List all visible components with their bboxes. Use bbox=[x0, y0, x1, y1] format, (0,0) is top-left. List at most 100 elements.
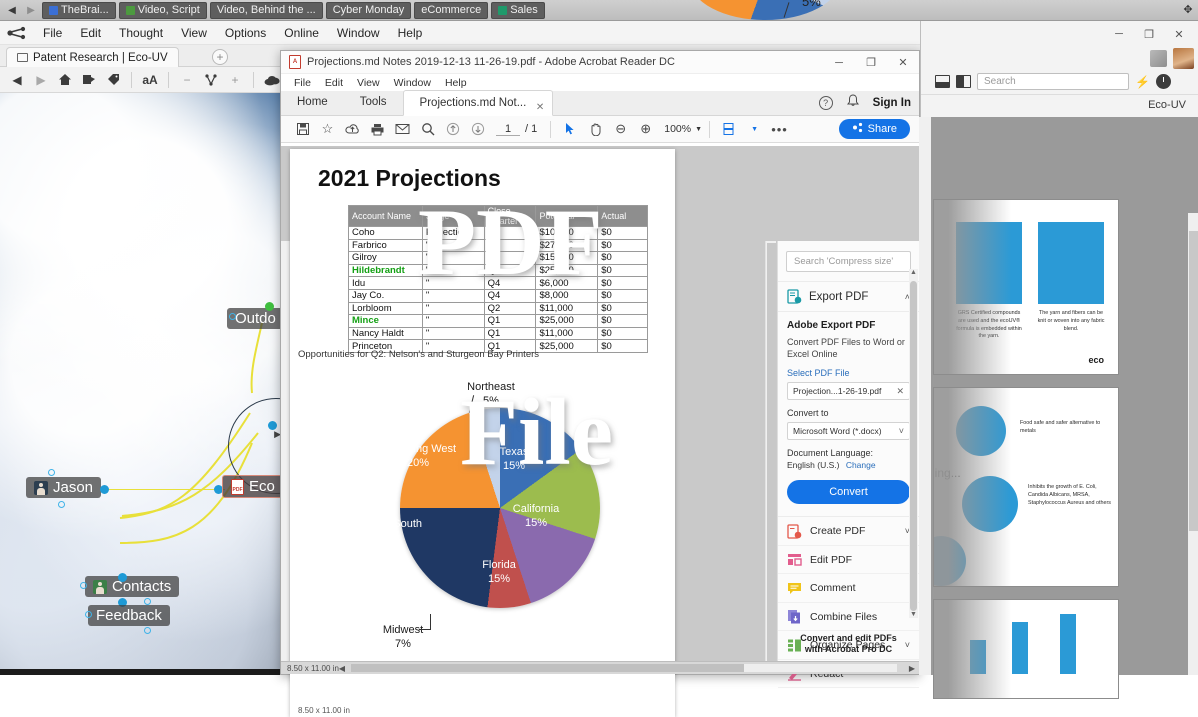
close-button[interactable]: ✕ bbox=[887, 51, 919, 74]
zoom-out-button[interactable]: ⊖ bbox=[608, 117, 633, 142]
browser-tab-ecommerce[interactable]: eCommerce bbox=[414, 1, 489, 19]
avatar[interactable] bbox=[1173, 47, 1194, 69]
font-size-icon[interactable]: aA bbox=[139, 69, 161, 91]
browser-tab-cyber-monday[interactable]: Cyber Monday bbox=[325, 1, 412, 19]
thought-handle[interactable] bbox=[48, 469, 55, 476]
bell-icon[interactable] bbox=[846, 94, 859, 112]
clear-file-icon[interactable]: ✕ bbox=[896, 386, 904, 397]
menu-edit[interactable]: Edit bbox=[318, 77, 350, 89]
share-button[interactable]: Share bbox=[838, 119, 910, 139]
tools-search-input[interactable]: Search 'Compress size' bbox=[786, 251, 911, 272]
tool-create-pdf[interactable]: Create PDF ˅ bbox=[778, 517, 919, 546]
cursor-icon[interactable] bbox=[558, 117, 583, 142]
browser-tab-video-script[interactable]: Video, Script bbox=[118, 1, 207, 19]
eco-scrollbar[interactable] bbox=[1188, 213, 1198, 675]
menu-help[interactable]: Help bbox=[438, 77, 474, 89]
convert-button[interactable]: Convert bbox=[787, 480, 910, 505]
thought-node-jason[interactable]: Jason bbox=[26, 477, 102, 498]
tab-home[interactable]: Home bbox=[281, 90, 344, 115]
eco-search-input[interactable]: Search bbox=[977, 73, 1129, 90]
thought-handle[interactable] bbox=[229, 313, 236, 320]
thought-handle[interactable] bbox=[85, 611, 92, 618]
maximize-button[interactable]: ❐ bbox=[855, 51, 887, 74]
menu-options[interactable]: Options bbox=[216, 21, 275, 45]
thebrain-tab-patent-research[interactable]: Patent Research | Eco-UV bbox=[6, 47, 179, 67]
pdf-page[interactable]: 2021 Projections Account Name Stage Clos… bbox=[290, 149, 675, 717]
menu-edit[interactable]: Edit bbox=[71, 21, 110, 45]
print-icon[interactable] bbox=[365, 117, 390, 142]
menu-view[interactable]: View bbox=[350, 77, 387, 89]
browser-back-icon[interactable]: ◀ bbox=[4, 2, 20, 18]
browser-tab-thebrain[interactable]: TheBrai... bbox=[42, 1, 116, 19]
tab-tools[interactable]: Tools bbox=[344, 90, 403, 115]
zoom-level-select[interactable]: 100% ▼ bbox=[664, 123, 702, 135]
menu-help[interactable]: Help bbox=[389, 21, 432, 45]
tag-icon[interactable] bbox=[102, 69, 124, 91]
thought-handle[interactable] bbox=[144, 598, 151, 605]
view-mode-icon[interactable] bbox=[935, 75, 950, 88]
menu-file[interactable]: File bbox=[287, 77, 318, 89]
home-icon[interactable] bbox=[54, 69, 76, 91]
back-icon[interactable]: ◀ bbox=[6, 69, 28, 91]
menu-file[interactable]: File bbox=[34, 21, 71, 45]
convert-to-select[interactable]: Microsoft Word (*.docx) ˅ bbox=[787, 422, 910, 441]
eco-slide-1[interactable]: GRS Certified compounds are used and the… bbox=[933, 199, 1119, 375]
fit-page-icon[interactable] bbox=[717, 117, 742, 142]
scrollbar-thumb[interactable] bbox=[910, 281, 917, 611]
page-down-icon[interactable] bbox=[465, 117, 490, 142]
close-button[interactable]: ✕ bbox=[1164, 21, 1194, 47]
thought-handle[interactable] bbox=[144, 627, 151, 634]
thought-node-eco[interactable]: PDF Eco bbox=[222, 475, 283, 498]
split-view-icon[interactable] bbox=[956, 75, 971, 88]
bolt-icon[interactable]: ⚡ bbox=[1135, 75, 1150, 89]
menu-online[interactable]: Online bbox=[275, 21, 328, 45]
minimize-button[interactable]: ─ bbox=[823, 51, 855, 74]
left-pane-strip[interactable] bbox=[281, 241, 290, 674]
change-language-link[interactable]: Change bbox=[846, 460, 876, 470]
tools-pane-scrollbar[interactable]: ▲ ▼ bbox=[909, 269, 918, 618]
thought-connector[interactable] bbox=[100, 485, 109, 494]
page-up-icon[interactable] bbox=[440, 117, 465, 142]
zoom-in-button[interactable]: ⊕ bbox=[633, 117, 658, 142]
scrollbar-thumb[interactable] bbox=[1189, 231, 1198, 531]
tool-comment[interactable]: Comment bbox=[778, 574, 919, 603]
tool-edit-pdf[interactable]: Edit PDF bbox=[778, 546, 919, 575]
hscroll-right-icon[interactable]: ▶ bbox=[909, 664, 919, 673]
thought-connector[interactable] bbox=[118, 573, 127, 582]
scrollbar-thumb[interactable] bbox=[351, 664, 745, 672]
chevron-down-icon[interactable]: ▼ bbox=[742, 117, 767, 142]
zoom-in-icon[interactable]: + bbox=[224, 69, 246, 91]
tool-export-pdf-header[interactable]: Export PDF ˄ bbox=[778, 281, 919, 312]
eco-slide-3[interactable] bbox=[933, 599, 1119, 699]
thought-node-contacts[interactable]: Contacts bbox=[85, 576, 180, 597]
star-icon[interactable]: ☆ bbox=[315, 117, 340, 142]
thebrain-canvas[interactable]: Outdo Jason PDF Eco Contacts Feedback ▶ bbox=[0, 93, 283, 675]
menu-view[interactable]: View bbox=[172, 21, 216, 45]
scrollbar-thumb[interactable] bbox=[767, 243, 776, 663]
sign-in-button[interactable]: Sign In bbox=[873, 97, 911, 109]
clock-icon[interactable] bbox=[1155, 74, 1171, 89]
thought-node-outdoor[interactable]: Outdo bbox=[227, 308, 283, 329]
thought-handle[interactable] bbox=[80, 582, 87, 589]
network-layout-icon[interactable] bbox=[200, 69, 222, 91]
document-scrollbar[interactable] bbox=[765, 241, 776, 674]
upload-cloud-icon[interactable] bbox=[340, 117, 365, 142]
minimize-button[interactable]: ─ bbox=[1104, 21, 1134, 47]
forward-icon[interactable]: ▶ bbox=[30, 69, 52, 91]
browser-forward-icon[interactable]: ▶ bbox=[23, 2, 39, 18]
history-icon[interactable] bbox=[78, 69, 100, 91]
more-tools-icon[interactable]: ••• bbox=[767, 117, 792, 142]
eco-document-area[interactable]: GRS Certified compounds are used and the… bbox=[919, 117, 1198, 699]
cube-icon[interactable] bbox=[1150, 49, 1167, 67]
hscroll-left-icon[interactable]: ◀ bbox=[339, 664, 345, 673]
new-tab-button[interactable]: + bbox=[212, 49, 228, 65]
hand-icon[interactable] bbox=[583, 117, 608, 142]
thought-node-feedback[interactable]: Feedback bbox=[88, 605, 170, 626]
menu-window[interactable]: Window bbox=[387, 77, 438, 89]
scroll-down-icon[interactable]: ▼ bbox=[910, 611, 917, 618]
menu-thought[interactable]: Thought bbox=[110, 21, 172, 45]
maximize-button[interactable]: ❐ bbox=[1134, 21, 1164, 47]
eco-slide-2[interactable]: ding... Food safe and safer alternative … bbox=[933, 387, 1119, 587]
menu-window[interactable]: Window bbox=[328, 21, 389, 45]
browser-tab-sales[interactable]: Sales bbox=[491, 1, 545, 19]
